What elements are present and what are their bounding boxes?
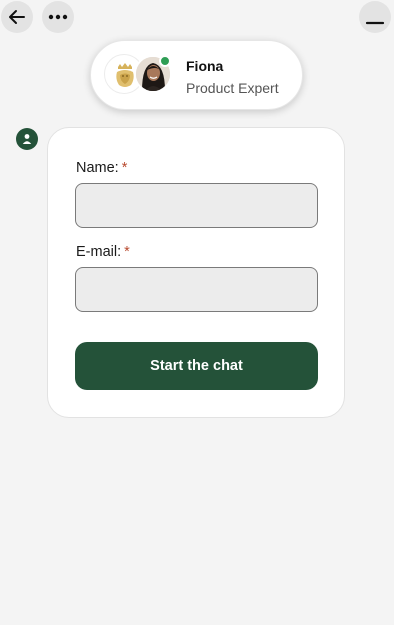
minimize-icon — [365, 21, 385, 25]
back-button[interactable] — [1, 1, 33, 33]
name-input[interactable] — [75, 183, 318, 228]
name-label: Name: * — [76, 160, 127, 176]
chat-widget: Fiona Product Expert Name: * E-mail: * Sta… — [0, 0, 394, 625]
email-input[interactable] — [75, 267, 318, 312]
bot-avatar-icon — [16, 128, 38, 150]
prechat-form: Name: * E-mail: * Start the chat — [47, 127, 345, 418]
agent-header: Fiona Product Expert — [90, 40, 303, 110]
user-icon — [22, 134, 32, 144]
more-horizontal-icon — [48, 14, 68, 20]
minimize-button[interactable] — [359, 1, 391, 33]
start-chat-button[interactable]: Start the chat — [75, 342, 318, 390]
arrow-left-icon — [9, 10, 25, 24]
name-label-text: Name: — [76, 160, 119, 176]
email-label-text: E-mail: — [76, 244, 122, 260]
required-marker: * — [124, 244, 130, 260]
email-label: E-mail: * — [76, 244, 130, 260]
agent-role: Product Expert — [186, 80, 279, 96]
online-status-indicator — [159, 55, 171, 67]
required-marker: * — [121, 160, 128, 176]
agent-name: Fiona — [186, 58, 224, 74]
more-options-button[interactable] — [42, 1, 74, 33]
